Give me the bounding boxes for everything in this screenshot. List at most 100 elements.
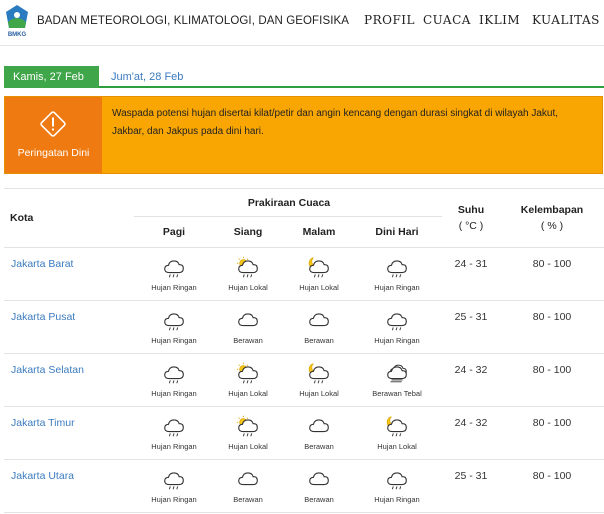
weather-cell[interactable]: Berawan bbox=[279, 413, 359, 451]
heavy-cloud-icon bbox=[387, 364, 407, 383]
table-top-border bbox=[4, 188, 604, 189]
weather-label: Hujan Lokal bbox=[299, 283, 339, 292]
temperature-value: 24 - 31 bbox=[454, 258, 488, 270]
row-divider bbox=[4, 406, 604, 407]
temperature-value: 24 - 32 bbox=[454, 364, 488, 376]
temperature-value: 25 - 31 bbox=[454, 470, 488, 482]
tab-jumat[interactable]: Jum'at, 28 Feb bbox=[111, 66, 183, 88]
cloud-icon bbox=[238, 472, 258, 486]
weather-label: Hujan Ringan bbox=[374, 336, 420, 345]
nav-cuaca[interactable]: CUACA bbox=[423, 13, 471, 27]
warning-badge[interactable]: Peringatan Dini bbox=[5, 97, 102, 173]
weather-label: Hujan Lokal bbox=[228, 389, 268, 398]
date-tabs: Kamis, 27 Feb Jum'at, 28 Feb bbox=[4, 66, 604, 88]
site-header: BMKG BADAN METEOROLOGI, KLIMATOLOGI, DAN… bbox=[0, 0, 604, 46]
weather-label: Berawan Tebal bbox=[372, 389, 422, 398]
col-header-suhu-unit: ( °C ) bbox=[458, 220, 484, 232]
light-rain-icon bbox=[164, 313, 184, 331]
bmkg-logo[interactable]: BMKG bbox=[4, 4, 30, 38]
weather-cell[interactable]: Hujan Lokal bbox=[279, 254, 359, 292]
weather-cell[interactable]: Berawan Tebal bbox=[357, 360, 437, 398]
weather-cell[interactable]: Hujan Ringan bbox=[357, 254, 437, 292]
weather-label: Hujan Lokal bbox=[228, 283, 268, 292]
col-header-siang: Siang bbox=[233, 226, 263, 238]
weather-cell[interactable]: Hujan Ringan bbox=[134, 413, 214, 451]
weather-cell[interactable]: Hujan Ringan bbox=[357, 307, 437, 345]
col-header-suhu: Suhu bbox=[457, 204, 485, 216]
weather-cell[interactable]: Berawan bbox=[279, 307, 359, 345]
row-divider bbox=[4, 353, 604, 354]
weather-label: Hujan Ringan bbox=[151, 389, 197, 398]
warning-text: Waspada potensi hujan disertai kilat/pet… bbox=[112, 108, 559, 137]
moon-rain-icon bbox=[308, 363, 329, 384]
weather-cell[interactable]: Hujan Lokal bbox=[357, 413, 437, 451]
sun-rain-icon bbox=[236, 256, 258, 278]
city-link[interactable]: Jakarta Barat bbox=[11, 258, 73, 270]
nav-kualitas-udara[interactable]: KUALITAS UD bbox=[532, 13, 604, 27]
light-rain-icon bbox=[164, 366, 184, 384]
col-header-pagi: Pagi bbox=[162, 226, 186, 238]
forecast-subheader-divider bbox=[134, 216, 442, 217]
table-header-divider bbox=[4, 247, 604, 248]
row-divider bbox=[4, 512, 604, 513]
moon-rain-icon bbox=[308, 257, 329, 278]
early-warning-banner: Peringatan Dini Waspada potensi hujan di… bbox=[4, 96, 603, 174]
weather-cell[interactable]: Hujan Lokal bbox=[208, 360, 288, 398]
weather-cell[interactable]: Hujan Lokal bbox=[208, 254, 288, 292]
weather-label: Hujan Ringan bbox=[151, 336, 197, 345]
col-header-kelembapan-unit: ( % ) bbox=[540, 220, 564, 232]
sun-rain-icon bbox=[236, 362, 258, 384]
light-rain-icon bbox=[387, 472, 407, 490]
weather-cell[interactable]: Hujan Ringan bbox=[134, 466, 214, 504]
warning-diamond-icon bbox=[40, 111, 66, 137]
humidity-value: 80 - 100 bbox=[532, 311, 572, 323]
humidity-value: 80 - 100 bbox=[532, 364, 572, 376]
col-header-dini-hari: Dini Hari bbox=[375, 226, 419, 238]
weather-cell[interactable]: Hujan Lokal bbox=[208, 413, 288, 451]
weather-label: Hujan Ringan bbox=[151, 495, 197, 504]
org-name[interactable]: BADAN METEOROLOGI, KLIMATOLOGI, DAN GEOF… bbox=[37, 15, 349, 27]
weather-cell[interactable]: Berawan bbox=[208, 466, 288, 504]
weather-label: Hujan Ringan bbox=[374, 283, 420, 292]
weather-label: Berawan bbox=[233, 495, 263, 504]
logo-text: BMKG bbox=[8, 32, 27, 38]
light-rain-icon bbox=[164, 472, 184, 490]
cloud-icon bbox=[309, 472, 329, 486]
weather-label: Hujan Ringan bbox=[151, 442, 197, 451]
light-rain-icon bbox=[164, 260, 184, 278]
weather-label: Hujan Ringan bbox=[374, 495, 420, 504]
cloud-icon bbox=[309, 419, 329, 433]
city-link[interactable]: Jakarta Utara bbox=[11, 470, 74, 482]
weather-label: Berawan bbox=[304, 442, 334, 451]
weather-label: Berawan bbox=[304, 336, 334, 345]
weather-label: Berawan bbox=[304, 495, 334, 504]
cloud-icon bbox=[238, 313, 258, 327]
nav-profil[interactable]: PROFIL bbox=[364, 13, 415, 27]
weather-label: Hujan Lokal bbox=[228, 442, 268, 451]
col-header-prakiraan: Prakiraan Cuaca bbox=[247, 197, 331, 209]
nav-iklim[interactable]: IKLIM bbox=[479, 13, 520, 27]
temperature-value: 25 - 31 bbox=[454, 311, 488, 323]
weather-cell[interactable]: Hujan Ringan bbox=[134, 254, 214, 292]
weather-cell[interactable]: Hujan Ringan bbox=[134, 307, 214, 345]
weather-cell[interactable]: Hujan Ringan bbox=[134, 360, 214, 398]
col-header-malam: Malam bbox=[302, 226, 336, 238]
city-link[interactable]: Jakarta Pusat bbox=[11, 311, 75, 323]
light-rain-icon bbox=[387, 260, 407, 278]
weather-label: Berawan bbox=[233, 336, 263, 345]
city-link[interactable]: Jakarta Selatan bbox=[11, 364, 84, 376]
warning-label: Peringatan Dini bbox=[17, 147, 90, 159]
col-header-kota: Kota bbox=[10, 212, 34, 224]
col-header-kelembapan: Kelembapan bbox=[520, 204, 584, 216]
city-link[interactable]: Jakarta Timur bbox=[11, 417, 75, 429]
row-divider bbox=[4, 300, 604, 301]
row-divider bbox=[4, 459, 604, 460]
weather-cell[interactable]: Berawan bbox=[208, 307, 288, 345]
humidity-value: 80 - 100 bbox=[532, 258, 572, 270]
humidity-value: 80 - 100 bbox=[532, 470, 572, 482]
weather-cell[interactable]: Berawan bbox=[279, 466, 359, 504]
weather-label: Hujan Ringan bbox=[151, 283, 197, 292]
weather-cell[interactable]: Hujan Lokal bbox=[279, 360, 359, 398]
weather-cell[interactable]: Hujan Ringan bbox=[357, 466, 437, 504]
tab-kamis[interactable]: Kamis, 27 Feb bbox=[4, 66, 99, 88]
